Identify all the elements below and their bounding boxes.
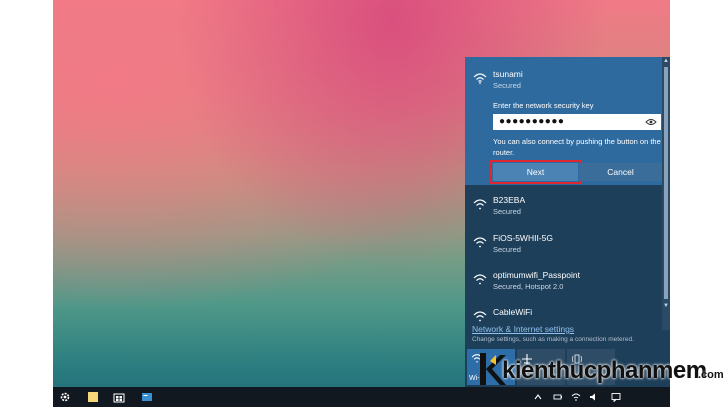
chevron-up-icon[interactable] [533,392,543,402]
watermark-text: kienthucphanmem [502,357,707,384]
network-name: CableWiFi [493,307,533,317]
network-status: Secured [493,81,521,90]
scroll-up-icon[interactable]: ▲ [662,57,670,65]
taskbar [53,387,670,407]
wifi-open-icon [473,311,487,322]
store-icon[interactable] [113,391,125,403]
network-name: FiOS-5WHII-5G [493,233,553,243]
network-name: B23EBA [493,195,526,205]
battery-icon[interactable] [553,392,563,402]
network-status: Secured [493,207,521,216]
wifi-flyout: tsunami Secured Enter the network securi… [465,57,670,387]
security-key-label: Enter the network security key [493,101,594,110]
security-key-value: ●●●●●●●●●● [499,116,565,127]
network-settings-description: Change settings, such as making a connec… [472,336,634,343]
watermark-suffix: .com [698,369,724,381]
cancel-button[interactable]: Cancel [579,163,662,181]
page-margin [670,0,724,407]
wifi-icon [473,73,487,84]
scroll-thumb[interactable] [664,67,668,299]
wifi-secured-icon [473,274,487,285]
selected-network[interactable]: tsunami Secured Enter the network securi… [465,57,662,185]
wifi-secured-icon [473,237,487,248]
wps-hint: You can also connect by pushing the butt… [493,137,661,157]
network-name: optimumwifi_Passpoint [493,270,580,280]
scrollbar[interactable]: ▲ ▼ [662,57,670,330]
network-name: tsunami [493,69,523,79]
wifi-secured-icon [473,199,487,210]
security-key-input[interactable]: ●●●●●●●●●● [493,114,661,130]
reveal-password-icon[interactable] [645,118,657,126]
notification-icon[interactable] [611,392,621,402]
volume-icon[interactable] [589,392,599,402]
network-status: Secured, Hotspot 2.0 [493,282,564,291]
next-button[interactable]: Next [490,160,581,184]
sticky-notes-icon[interactable] [87,391,99,403]
network-settings-link[interactable]: Network & Internet settings [472,324,574,334]
app-icon[interactable] [141,391,153,403]
gear-icon[interactable] [59,391,71,403]
wifi-icon[interactable] [571,392,581,402]
scroll-down-icon[interactable]: ▼ [662,302,670,310]
network-status: Secured [493,245,521,254]
